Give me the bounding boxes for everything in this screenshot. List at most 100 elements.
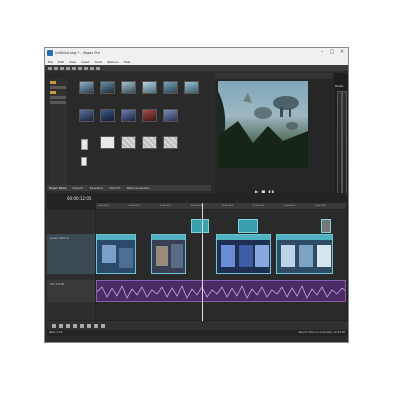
- audio-waveform: [97, 285, 345, 299]
- ruler-tick: 00:00:30;00: [284, 205, 295, 207]
- video-clip[interactable]: [276, 234, 333, 274]
- ruler-tick: 00:00:20;00: [222, 205, 233, 207]
- menu-help[interactable]: Help: [124, 60, 131, 64]
- ruler-tick: 00:00:25;00: [253, 205, 264, 207]
- media-panel-tabs: Project Media Explorer Transitions Video…: [47, 185, 211, 191]
- media-thumbnail[interactable]: [163, 109, 178, 122]
- pause-button[interactable]: [80, 323, 84, 328]
- media-bins-tree[interactable]: [49, 79, 67, 189]
- video-track-header[interactable]: Level: 100.0 %: [47, 234, 95, 274]
- copy-button[interactable]: [78, 66, 82, 70]
- redo-button[interactable]: [96, 66, 100, 70]
- save-project-button[interactable]: [60, 66, 64, 70]
- video-clip[interactable]: [151, 234, 186, 274]
- media-thumbnail[interactable]: [121, 136, 136, 149]
- cut-button[interactable]: [72, 66, 76, 70]
- go-to-end-button[interactable]: [101, 323, 105, 328]
- ruler-tick: 00:00:05;00: [129, 205, 140, 207]
- render-button[interactable]: [66, 66, 70, 70]
- media-thumbnail[interactable]: [79, 109, 94, 122]
- go-to-start-button[interactable]: [94, 323, 98, 328]
- menu-insert[interactable]: Insert: [81, 60, 90, 64]
- file-icon[interactable]: [81, 157, 87, 166]
- tab-explorer[interactable]: Explorer: [73, 187, 84, 190]
- clip-frames: [97, 240, 135, 273]
- bin-item[interactable]: [50, 86, 66, 89]
- media-thumbnail[interactable]: [142, 81, 157, 94]
- overlay-clip[interactable]: [321, 219, 331, 233]
- audio-clip[interactable]: [96, 280, 346, 302]
- project-media-panel: Project Media Explorer Transitions Video…: [47, 73, 211, 191]
- app-icon: [47, 50, 53, 56]
- rate-label: Rate: 0.00: [49, 331, 63, 334]
- media-thumbnail[interactable]: [121, 109, 136, 122]
- video-track-level: Level: 100.0 %: [50, 237, 70, 240]
- ruler-tick: 00:00:15;00: [191, 205, 202, 207]
- ruler-tick: 00:00:35;00: [315, 205, 326, 207]
- timecode-display: 00:00:12;05: [67, 196, 92, 201]
- menu-file[interactable]: File: [48, 60, 53, 64]
- record-button[interactable]: [52, 323, 56, 328]
- main-toolbar: [45, 65, 348, 71]
- media-thumbnail[interactable]: [121, 81, 136, 94]
- title-bar: Untitled.veg * - Vegas Pro – □ ×: [45, 48, 348, 59]
- clip-frames: [277, 240, 332, 273]
- video-clip[interactable]: [96, 234, 136, 274]
- ruler-tick: 00:00:10;00: [160, 205, 171, 207]
- audio-track-volume: Vol: 0.0 dB: [50, 283, 64, 286]
- bin-folder-icon[interactable]: [50, 81, 56, 84]
- media-thumbnail[interactable]: [79, 81, 94, 94]
- close-button[interactable]: ×: [338, 49, 346, 55]
- media-thumbnail[interactable]: [100, 136, 115, 149]
- undo-button[interactable]: [90, 66, 94, 70]
- audio-track-header[interactable]: Vol: 0.0 dB: [47, 280, 95, 302]
- minimize-button[interactable]: –: [318, 49, 326, 55]
- play-from-start-button[interactable]: [66, 323, 70, 328]
- timeline-panel: 00:00:12;05 00:00:00;00 00:00:05;00 00:0…: [47, 193, 348, 336]
- tab-project-media[interactable]: Project Media: [49, 187, 67, 190]
- ruler-tick: 00:00:00;00: [98, 205, 109, 207]
- app-window: Untitled.veg * - Vegas Pro – □ × File Ed…: [44, 47, 349, 343]
- record-time-status: Record Time (2 channels): 12:34:56: [298, 331, 345, 334]
- bin-item[interactable]: [50, 96, 66, 99]
- media-thumbnail[interactable]: [163, 81, 178, 94]
- preview-frame: [218, 81, 308, 168]
- transport-bar: [47, 321, 348, 330]
- clip-frames: [152, 240, 185, 273]
- overlay-clip[interactable]: [191, 219, 209, 233]
- track-area[interactable]: [96, 210, 346, 320]
- media-thumbnail[interactable]: [184, 81, 199, 94]
- stop-button[interactable]: [87, 323, 91, 328]
- audio-file-icon[interactable]: [81, 139, 88, 150]
- preview-toolbar: [215, 73, 333, 79]
- menu-options[interactable]: Options: [107, 60, 119, 64]
- open-project-button[interactable]: [54, 66, 58, 70]
- menu-edit[interactable]: Edit: [58, 60, 64, 64]
- playhead-cursor[interactable]: [202, 203, 203, 323]
- maximize-button[interactable]: □: [328, 49, 336, 55]
- tab-transitions[interactable]: Transitions: [89, 187, 103, 190]
- new-project-button[interactable]: [48, 66, 52, 70]
- window-title: Untitled.veg * - Vegas Pro: [55, 50, 100, 55]
- time-ruler[interactable]: 00:00:00;00 00:00:05;00 00:00:10;00 00:0…: [96, 203, 346, 209]
- video-clip[interactable]: [216, 234, 271, 274]
- media-thumbnail[interactable]: [142, 109, 157, 122]
- tab-media-generators[interactable]: Media Generators: [127, 187, 150, 190]
- bin-folder-icon[interactable]: [50, 91, 56, 94]
- menu-tools[interactable]: Tools: [95, 60, 102, 64]
- clip-frames: [217, 240, 270, 273]
- media-thumbnail[interactable]: [142, 136, 157, 149]
- paste-button[interactable]: [84, 66, 88, 70]
- media-thumbnail[interactable]: [163, 136, 178, 149]
- loop-button[interactable]: [59, 323, 63, 328]
- tab-video-fx[interactable]: Video FX: [109, 187, 120, 190]
- play-button[interactable]: [73, 323, 77, 328]
- media-thumbnail[interactable]: [100, 81, 115, 94]
- media-thumbnail[interactable]: [100, 109, 115, 122]
- preview-image: [218, 91, 308, 168]
- track-headers: Level: 100.0 % Vol: 0.0 dB: [47, 210, 95, 320]
- menu-view[interactable]: View: [69, 60, 76, 64]
- bin-item[interactable]: [50, 101, 66, 104]
- master-label: Master: [335, 85, 344, 88]
- overlay-clip[interactable]: [238, 219, 258, 233]
